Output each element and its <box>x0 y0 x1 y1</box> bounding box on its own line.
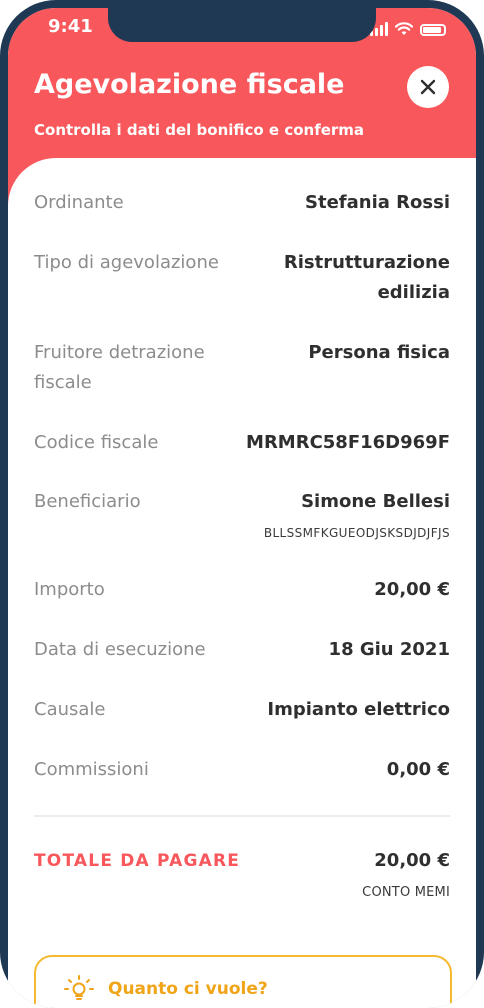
detail-label: Ordinante <box>34 192 124 213</box>
total-label: TOTALE DA PAGARE <box>34 851 241 871</box>
status-icons <box>370 20 446 36</box>
detail-value: Stefania Rossi <box>305 192 450 213</box>
detail-label: Fruitore detrazione fiscale <box>34 342 205 393</box>
timing-hint-button[interactable]: Quanto ci vuole? <box>34 955 452 1008</box>
status-time: 9:41 <box>48 16 93 37</box>
phone-frame: 9:41 Agevolazione fiscale Controlla i da… <box>0 0 484 1008</box>
close-button[interactable] <box>407 66 449 108</box>
detail-value: Ristrutturazione edilizia <box>283 252 450 303</box>
detail-value: Impianto elettrico <box>267 699 450 720</box>
detail-label: Commissioni <box>34 759 149 780</box>
lightbulb-icon <box>64 975 94 1000</box>
detail-value: 20,00 € <box>374 579 450 600</box>
detail-label: Causale <box>34 699 106 720</box>
divider <box>34 815 450 817</box>
detail-value: Persona fisica <box>308 342 450 363</box>
detail-label: Codice fiscale <box>34 432 159 453</box>
detail-value: Simone Bellesi <box>301 491 450 512</box>
total-value: 20,00 € <box>374 850 450 871</box>
beneficiary-iban: BLLSSMFKGUEODJSKSDJDJFJS <box>263 526 450 540</box>
detail-label: Data di esecuzione <box>34 639 206 660</box>
close-icon <box>420 79 436 95</box>
page-title: Agevolazione fiscale <box>34 69 345 100</box>
page-subtitle: Controlla i dati del bonifico e conferma <box>34 121 365 139</box>
detail-value: 0,00 € <box>386 759 450 780</box>
detail-label: Tipo di agevolazione <box>34 252 219 273</box>
hint-label: Quanto ci vuole? <box>108 979 268 999</box>
device-notch <box>108 8 376 42</box>
detail-label: Beneficiario <box>34 491 141 512</box>
wifi-icon <box>395 22 413 35</box>
detail-label: Importo <box>34 579 105 600</box>
screen: 9:41 Agevolazione fiscale Controlla i da… <box>8 8 476 1008</box>
detail-value: 18 Giu 2021 <box>328 639 450 660</box>
total-account: CONTO MEMI <box>362 885 450 900</box>
battery-icon <box>420 24 446 36</box>
detail-value: MRMRC58F16D969F <box>246 432 450 453</box>
